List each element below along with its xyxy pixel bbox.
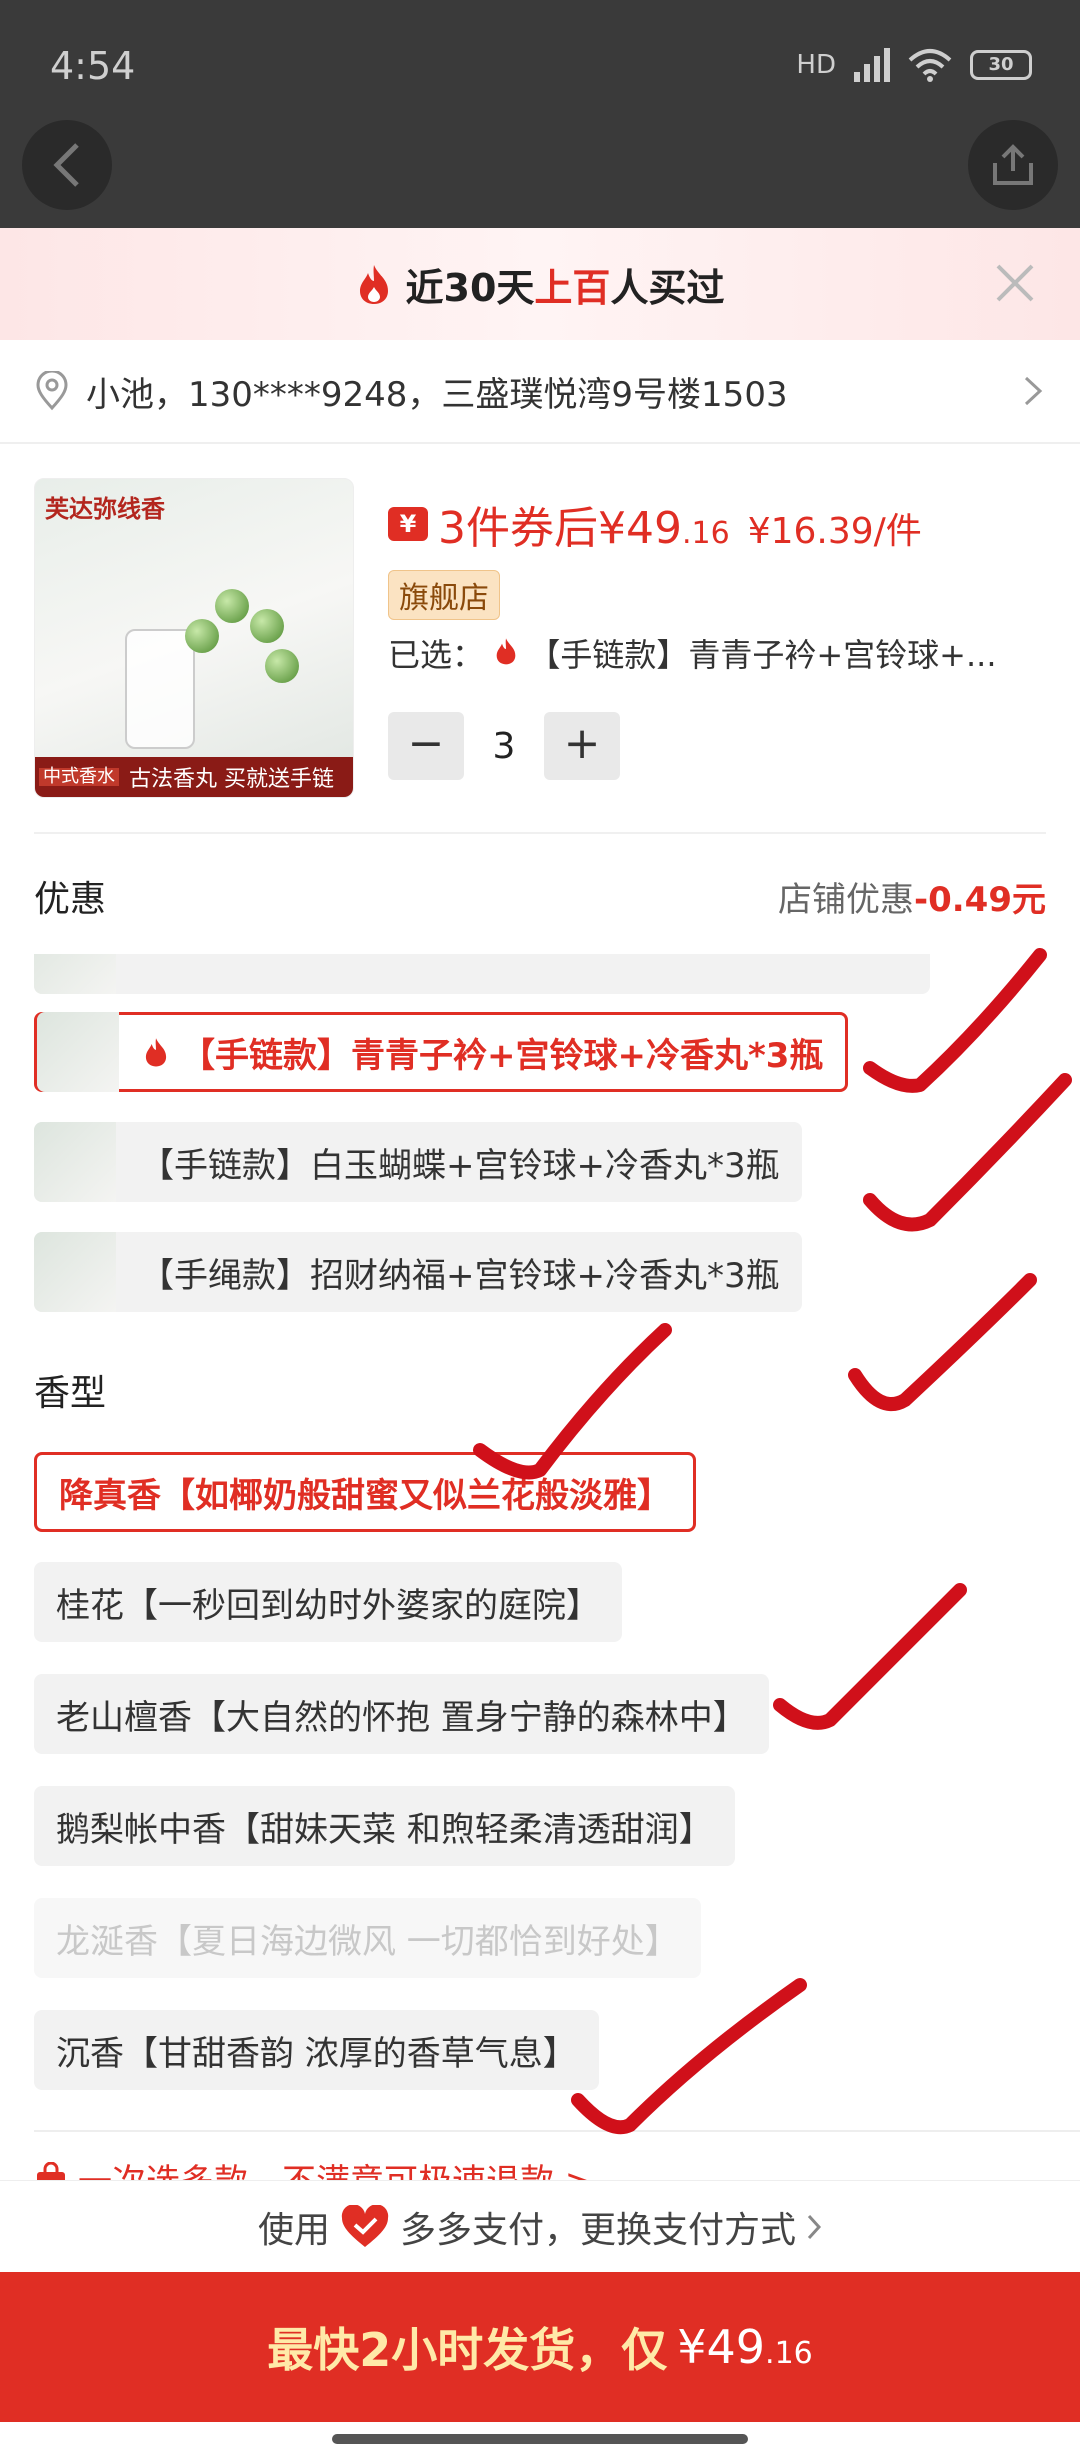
payment-method-bar[interactable]: 使用 多多支付，更换支付方式 — [0, 2180, 1080, 2272]
price-decimal: .16 — [681, 516, 730, 551]
fire-icon — [145, 1038, 167, 1067]
payment-prefix: 使用 — [257, 2209, 330, 2251]
scent-option[interactable]: 老山檀香【大自然的怀抱 置身宁静的森林中】 — [34, 1674, 769, 1754]
promo-label: 优惠 — [34, 879, 107, 920]
close-icon[interactable] — [990, 258, 1040, 308]
price-main: 3件券后¥49 — [438, 503, 682, 554]
thumb-tag: 中式香水 — [39, 768, 119, 786]
status-icons: HD 30 — [796, 48, 1032, 82]
price-row: ¥ 3件券后¥49.16 ¥16.39/件 — [388, 492, 922, 556]
thumb-footer-text: 古法香丸 买就送手链 — [129, 767, 334, 792]
option-label: 老山檀香【大自然的怀抱 置身宁静的森林中】 — [56, 1697, 747, 1738]
refund-notice-text: 一次选多款，不满意可极速退款 > — [78, 2162, 594, 2182]
thumb-brand: 芙达弥线香 — [45, 494, 165, 523]
heart-pay-icon — [341, 2204, 389, 2247]
quantity-value[interactable]: 3 — [464, 726, 544, 767]
sheet-title: 近30天 上百 人买过 — [356, 257, 725, 312]
title-highlight: 上百 — [534, 265, 611, 310]
buy-price-main: ¥49 — [677, 2320, 766, 2374]
location-icon — [36, 371, 68, 411]
scent-option[interactable]: 桂花【一秒回到幼时外婆家的庭院】 — [34, 1562, 622, 1642]
price-per-item: ¥16.39/件 — [747, 511, 922, 552]
scent-option-disabled: 龙涎香【夏日海边微风 一切都恰到好处】 — [34, 1898, 701, 1978]
option-label: 【手绳款】招财纳福+宫铃球+冷香丸*3瓶 — [140, 1255, 780, 1296]
title-suffix: 人买过 — [610, 265, 725, 310]
product-summary: 芙达弥线香 中式香水 古法香丸 买就送手链 ¥ 3件券后¥49.16 ¥16.3… — [34, 444, 1046, 834]
option-label: 龙涎香【夏日海边微风 一切都恰到好处】 — [56, 1921, 679, 1962]
status-time: 4:54 — [50, 44, 136, 88]
buy-button[interactable]: 最快2小时发货，仅 ¥49.16 — [0, 2272, 1080, 2422]
bead-graphic — [265, 649, 299, 683]
jar-graphic — [125, 629, 195, 749]
style-option[interactable]: 【手链款】青青子衿+宫铃球+冷香丸*3瓶 — [34, 1012, 849, 1092]
bead-graphic — [250, 609, 284, 643]
option-label: 沉香【甘甜香韵 浓厚的香草气息】 — [56, 2033, 577, 2074]
thumb-footer: 中式香水 古法香丸 买就送手链 — [35, 757, 353, 797]
coupon-icon: ¥ — [388, 507, 428, 541]
bead-graphic — [185, 619, 219, 653]
option-label: 【手链款】青青子衿+宫铃球+冷香丸*3瓶 — [181, 1035, 824, 1076]
home-indicator — [332, 2434, 748, 2444]
buy-button-label: 最快2小时发货，仅 — [267, 2323, 668, 2377]
status-bar: 4:54 HD 30 — [0, 0, 1080, 130]
option-thumb — [34, 1122, 116, 1202]
buy-price-decimal: .16 — [765, 2336, 813, 2371]
option-thumb — [34, 1232, 116, 1312]
promo-amount: -0.49元 — [914, 879, 1046, 920]
store-badge: 旗舰店 — [388, 570, 500, 620]
address-text: 小池，130****9248，三盛璞悦湾9号楼1503 — [86, 374, 788, 415]
chevron-right-icon — [807, 2214, 822, 2239]
increment-button[interactable]: + — [544, 712, 620, 780]
sheet-header: 近30天 上百 人买过 — [0, 228, 1080, 340]
quantity-stepper: − 3 + — [388, 712, 620, 780]
battery-icon: 30 — [970, 50, 1032, 80]
buy-button-price: ¥49.16 — [677, 2320, 813, 2374]
back-button[interactable] — [22, 120, 112, 210]
selected-value: 【手链款】青青子衿+宫铃球+... — [528, 636, 997, 674]
option-label: 桂花【一秒回到幼时外婆家的庭院】 — [56, 1585, 600, 1626]
promo-prefix: 店铺优惠 — [778, 879, 914, 920]
decrement-button[interactable]: − — [388, 712, 464, 780]
style-option[interactable]: 【手链款】白玉蝴蝶+宫铃球+冷香丸*3瓶 — [34, 1122, 802, 1202]
promo-value: 店铺优惠-0.49元 — [778, 872, 1046, 921]
scent-section-title: 香型 — [34, 1373, 107, 1414]
title-prefix: 近30天 — [405, 265, 535, 310]
options-scroll-area[interactable]: 【手链款】青青子衿+宫铃球+冷香丸*3瓶 【手链款】白玉蝴蝶+宫铃球+冷香丸*3… — [0, 954, 1080, 2182]
bag-icon — [37, 2161, 65, 2182]
option-thumb — [37, 1012, 119, 1092]
payment-method-text: 多多支付，更换支付方式 — [400, 2209, 797, 2251]
scent-option[interactable]: 沉香【甘甜香韵 浓厚的香草气息】 — [34, 2010, 599, 2090]
address-row[interactable]: 小池，130****9248，三盛璞悦湾9号楼1503 — [0, 340, 1080, 444]
network-type: HD — [796, 50, 836, 80]
scent-option[interactable]: 鹅梨帐中香【甜妹天菜 和煦轻柔清透甜润】 — [34, 1786, 735, 1866]
share-icon — [993, 144, 1033, 185]
option-thumb — [34, 954, 116, 994]
fire-icon — [359, 265, 388, 304]
bead-graphic — [215, 589, 249, 623]
option-label: 降真香【如椰奶般甜蜜又似兰花般淡雅】 — [59, 1475, 671, 1516]
scent-option[interactable]: 降真香【如椰奶般甜蜜又似兰花般淡雅】 — [34, 1452, 696, 1532]
selected-summary: 已选： 【手链款】青青子衿+宫铃球+... — [388, 630, 1080, 676]
selected-label: 已选： — [388, 636, 485, 674]
option-label: 鹅梨帐中香【甜妹天菜 和煦轻柔清透甜润】 — [56, 1809, 713, 1850]
share-button[interactable] — [968, 120, 1058, 210]
signal-icon — [854, 48, 890, 82]
wifi-icon — [908, 49, 952, 82]
refund-notice[interactable]: 一次选多款，不满意可极速退款 > — [34, 2154, 593, 2182]
product-image[interactable]: 芙达弥线香 中式香水 古法香丸 买就送手链 — [34, 478, 354, 798]
option-partial — [34, 954, 930, 994]
style-option[interactable]: 【手绳款】招财纳福+宫铃球+冷香丸*3瓶 — [34, 1232, 802, 1312]
chevron-left-icon — [53, 143, 79, 187]
divider — [34, 2130, 1080, 2132]
fire-icon — [496, 638, 516, 665]
option-label: 【手链款】白玉蝴蝶+宫铃球+冷香丸*3瓶 — [140, 1145, 780, 1186]
chevron-right-icon — [1024, 376, 1043, 406]
promo-row[interactable]: 优惠 店铺优惠-0.49元 — [0, 834, 1080, 958]
